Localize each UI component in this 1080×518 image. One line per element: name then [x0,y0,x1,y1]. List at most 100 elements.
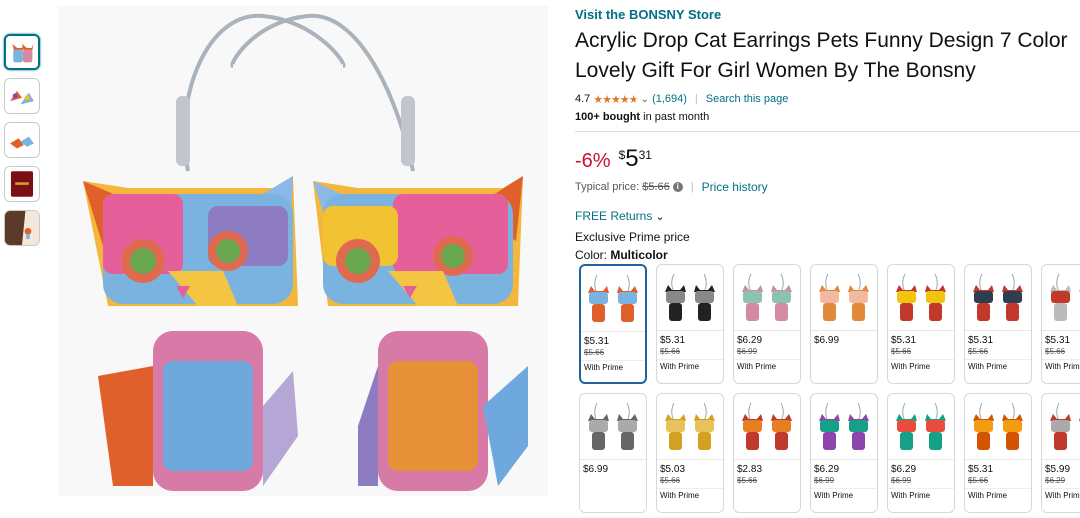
thumbnail-2[interactable] [4,78,40,114]
search-this-page-link[interactable]: Search this page [706,93,789,105]
price-history-link[interactable]: Price history [702,180,768,194]
swatch-image [580,394,646,460]
thumbnail-3[interactable] [4,122,40,158]
thumbnail-strip [4,34,44,254]
color-label: Color: [575,248,611,262]
swatch-with-prime-label: With Prime [734,359,800,371]
swatch-with-prime-label: With Prime [811,488,877,500]
color-swatch[interactable]: $6.99 [579,393,647,513]
model-wearing-thumbnail-image [5,211,39,245]
free-returns-link[interactable]: FREE Returns ⌄ [575,209,1080,223]
color-value: Multicolor [610,248,668,262]
swatch-price: $6.29 [737,335,763,346]
ratings-count-link[interactable]: (1,694) [652,93,687,105]
swatch-earrings-image [1050,402,1080,450]
color-swatch[interactable]: $5.03 $5.66 With Prime [656,393,724,513]
visit-store-link[interactable]: Visit the BONSNY Store [575,7,1080,22]
typical-price-label: Typical price: [575,181,640,193]
gift-box-thumbnail-image [5,167,39,201]
swatch-earrings-image [973,402,1023,450]
swatch-earrings-image [742,273,792,321]
swatch-earrings-image [665,273,715,321]
earrings-thumbnail-image [6,36,38,68]
swatch-earrings-image [665,402,715,450]
swatch-with-prime-label: With Prime [657,488,723,500]
swatch-earrings-image [896,273,946,321]
bought-in-past-month: 100+ bought in past month [575,111,1080,123]
bought-period: in past month [640,111,710,123]
color-swatch[interactable]: $5.31$5.66 With Prime [887,264,955,384]
color-swatch[interactable]: $6.99 [810,264,878,384]
divider: | [690,181,694,193]
typical-price-value: $5.66 [642,181,670,193]
swatch-image [965,265,1031,331]
swatch-original-price: $6.99 [814,476,835,485]
swatch-with-prime-label: With Prime [888,488,954,500]
chevron-down-icon[interactable]: ⌄ [641,94,649,105]
info-icon[interactable]: i [672,182,683,192]
swatch-earrings-image [819,402,869,450]
swatch-price: $5.31 [891,335,917,346]
swatch-with-prime-label: With Prime [965,488,1031,500]
rating-row: 4.7 ★ ★ ★ ★ ★ ⌄ (1,694) | Search this pa… [575,91,1080,107]
color-swatch[interactable]: $5.31$5.66 With Prime [656,264,724,384]
swatch-original-price: $5.66 [968,476,989,485]
swatch-price: $5.31 [1045,335,1071,346]
swatch-price: $6.99 [814,335,840,346]
swatch-original-price: $5.66 [968,347,989,356]
swatch-original-price [811,347,877,359]
price-symbol: $ [618,148,626,162]
swatch-price: $5.99 [1045,464,1071,475]
main-product-image[interactable] [58,6,548,496]
color-swatch[interactable]: $2.83 $5.66 [733,393,801,513]
thumbnail-4[interactable] [4,166,40,202]
swatch-with-prime-label: With Prime [965,359,1031,371]
swatch-price: $5.31 [968,335,994,346]
swatch-earrings-image [819,273,869,321]
earrings-flat-thumbnail-image [5,123,39,157]
price-row: -6% $ 5 31 [575,146,1080,176]
swatch-original-price [580,476,646,488]
typical-price-row: Typical price: $5.66 i | Price history [575,180,1080,194]
star-icon: ★ [602,93,612,106]
star-icon: ★ [593,93,603,106]
swatch-image [888,265,954,331]
swatch-image [888,394,954,460]
swatch-price: $6.29 [814,464,840,475]
swatch-original-price: $5.66 [660,347,681,356]
swatch-original-price: $6.99 [891,476,912,485]
thumbnail-1[interactable] [4,34,40,70]
color-swatch-grid: $5.31 $5.66 With Prime $5.31 $5.66 With Prime… [579,264,1080,518]
swatch-earrings-image [1050,273,1080,321]
color-swatch[interactable]: $5.31$5.66 With Prime [1041,264,1080,384]
star-rating-icon[interactable]: ★ ★ ★ ★ ★ [593,93,639,106]
swatch-image [811,265,877,331]
price-whole: 5 [625,145,639,172]
color-swatch[interactable]: $5.31$5.66 With Prime [579,264,647,384]
swatch-earrings-image [973,273,1023,321]
star-icon: ★ [619,93,630,106]
divider: | [694,93,698,105]
half-star-icon: ★ [628,93,639,106]
swatch-with-prime-label: With Prime [581,360,645,372]
swatch-earrings-image [588,402,638,450]
color-swatch[interactable]: $5.31$5.66 With Prime [964,393,1032,513]
swatch-price: $6.99 [583,464,609,475]
swatch-earrings-image [896,402,946,450]
earrings-angled-thumbnail-image [5,79,39,113]
color-selection-label: Color: Multicolor [575,248,1080,262]
rating-value: 4.7 [575,93,591,105]
swatch-original-price: $5.66 [1045,347,1066,356]
color-swatch[interactable]: $6.29 $6.99 With Prime [887,393,955,513]
color-swatch[interactable]: $6.29 $6.99 With Prime [733,264,801,384]
swatch-image [734,265,800,331]
product-info: Visit the BONSNY Store Acrylic Drop Cat … [575,0,1080,262]
thumbnail-5[interactable] [4,210,40,246]
discount-percent: -6% [575,150,611,172]
color-swatch[interactable]: $5.99$6.29 With Prime [1041,393,1080,513]
swatch-original-price: $5.66 [660,476,681,485]
exclusive-prime-price: Exclusive Prime price [575,230,690,244]
color-swatch[interactable]: $6.29 $6.99 With Prime [810,393,878,513]
color-swatch[interactable]: $5.31$5.66 With Prime [964,264,1032,384]
swatch-price: $6.29 [891,464,917,475]
